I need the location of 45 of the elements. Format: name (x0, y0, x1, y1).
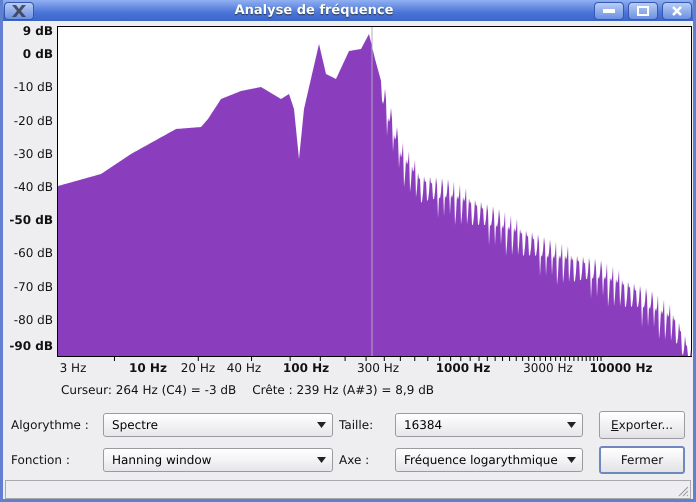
export-button[interactable]: Exporter... (599, 410, 685, 439)
y-axis-label: 0 dB (22, 47, 53, 62)
x-logo-icon[interactable] (4, 2, 34, 20)
y-axis-label: -80 dB (14, 312, 53, 327)
field-label: Taille: (339, 418, 374, 432)
caret-icon (317, 422, 326, 428)
y-axis-label: -60 dB (14, 246, 53, 260)
dropdown[interactable]: Spectre (103, 412, 333, 437)
y-axis-label: -20 dB (14, 114, 53, 128)
window-title: Analyse de fréquence (234, 3, 394, 18)
field-label: Axe : (339, 452, 370, 467)
maximize-button[interactable] (628, 2, 658, 20)
y-axis-label: -90 dB (9, 339, 53, 354)
y-axis-label: -30 dB (14, 146, 53, 161)
x-axis-label: 10 Hz (129, 361, 167, 376)
dropdown[interactable]: 16384 (395, 412, 583, 437)
x-axis-label: 10000 Hz (590, 361, 652, 376)
close-button[interactable] (662, 2, 692, 20)
x-axis-label: 40 Hz (226, 361, 262, 376)
minimize-icon (603, 8, 615, 13)
x-axis-label: 1000 Hz (436, 361, 490, 376)
y-axis-label: -50 dB (9, 213, 53, 228)
dropdown[interactable]: Fréquence logarythmique (395, 448, 583, 472)
caret-icon (317, 456, 326, 463)
close-icon (672, 6, 682, 16)
peak-readout: Crête : 239 Hz (A#3) = 8,9 dB (252, 382, 434, 397)
resize-grip-icon[interactable] (677, 484, 689, 497)
x-axis-label: 300 Hz (356, 361, 400, 376)
x-axis-label: 3000 Hz (523, 361, 573, 376)
field-label: Fonction : (11, 452, 71, 467)
maximize-icon (637, 6, 649, 16)
caret-icon (567, 422, 576, 428)
y-axis-label: -40 dB (14, 180, 53, 194)
x-axis-label: 100 Hz (282, 361, 330, 376)
caret-icon (567, 456, 576, 463)
minimize-button[interactable] (594, 2, 624, 20)
y-axis-label: -10 dB (14, 80, 53, 94)
cursor-readout: Curseur: 264 Hz (C4) = -3 dB (61, 382, 236, 397)
dropdown[interactable]: Hanning window (103, 448, 333, 472)
close-dialog-button[interactable]: Fermer (599, 446, 685, 474)
y-axis-label: 9 dB (22, 24, 53, 38)
x-axis-label: 3 Hz (60, 361, 86, 376)
field-label: Algorythme : (11, 418, 90, 432)
x-axis-label: 20 Hz (180, 361, 216, 376)
y-axis-label: -70 dB (14, 280, 53, 294)
